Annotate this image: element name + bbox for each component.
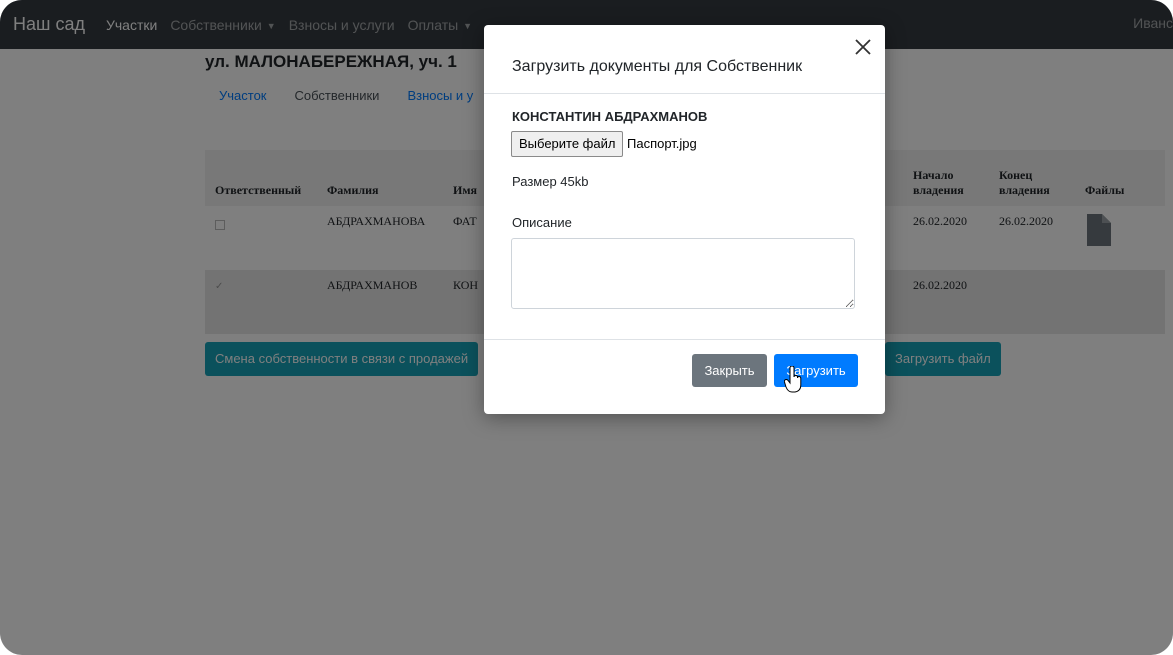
description-label: Описание bbox=[512, 215, 572, 230]
hand-cursor-icon bbox=[784, 366, 802, 393]
file-size: Размер 45kb bbox=[512, 174, 589, 189]
app-window: Наш сад Участки Собственники▼ Взносы и у… bbox=[0, 0, 1173, 655]
modal-title: Загрузить документы для Собственник bbox=[512, 58, 803, 75]
close-icon[interactable] bbox=[851, 35, 875, 59]
upload-documents-modal: Загрузить документы для Собственник КОНС… bbox=[484, 25, 885, 414]
modal-header: Загрузить документы для Собственник bbox=[484, 25, 885, 94]
close-button[interactable]: Закрыть bbox=[692, 354, 767, 387]
modal-footer-divider bbox=[484, 339, 885, 340]
description-textarea[interactable] bbox=[511, 238, 855, 309]
owner-name: КОНСТАНТИН АБДРАХМАНОВ bbox=[512, 109, 708, 124]
selected-file-name: Паспорт.jpg bbox=[627, 136, 697, 151]
choose-file-button[interactable]: Выберите файл bbox=[511, 131, 624, 157]
